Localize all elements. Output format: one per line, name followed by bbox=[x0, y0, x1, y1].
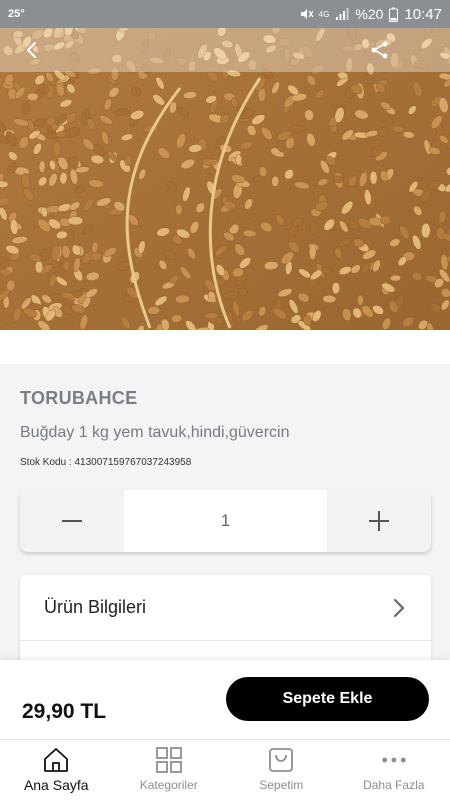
grain-texture bbox=[390, 274, 401, 282]
quantity-stepper: 1 bbox=[20, 490, 431, 552]
top-bar bbox=[0, 28, 450, 72]
add-to-cart-button[interactable]: Sepete Ekle bbox=[226, 677, 429, 721]
nav-label-categories: Kategoriler bbox=[139, 778, 198, 792]
grain-texture bbox=[89, 251, 102, 261]
grain-texture bbox=[175, 204, 183, 216]
brand-name: TORUBAHCE bbox=[20, 388, 138, 408]
grain-texture bbox=[421, 223, 431, 239]
decrease-quantity-button[interactable] bbox=[20, 490, 124, 552]
purchase-bar: 29,90 TL Sepete Ekle bbox=[0, 660, 450, 739]
nav-item-home[interactable]: Ana Sayfa bbox=[0, 740, 113, 800]
nav-label-more: Daha Fazla bbox=[363, 778, 425, 792]
grain-texture bbox=[35, 260, 44, 274]
network-label: 4G bbox=[318, 9, 330, 19]
nav-label-home: Ana Sayfa bbox=[23, 777, 89, 793]
product-image bbox=[0, 28, 450, 330]
temperature-indicator: 25° bbox=[8, 8, 25, 20]
stock-code: Stok Kodu : 4130071597670372439​58 bbox=[20, 457, 192, 468]
grain-texture bbox=[204, 312, 219, 320]
share-button[interactable] bbox=[368, 38, 392, 62]
product-info-label: Ürün Bilgileri bbox=[44, 597, 147, 617]
clock: 10:47 bbox=[404, 5, 442, 23]
image-bottom-spacer bbox=[0, 330, 450, 364]
grain-texture bbox=[320, 267, 332, 274]
minus-icon bbox=[62, 520, 82, 522]
plus-icon bbox=[369, 511, 389, 531]
back-button[interactable] bbox=[20, 38, 44, 62]
home-icon bbox=[42, 747, 70, 773]
product-details: TORUBAHCE Buğday 1 kg yem tavuk,hindi,gü… bbox=[0, 364, 450, 675]
nav-label-cart: Sepetim bbox=[259, 778, 304, 792]
signal-icon bbox=[335, 7, 349, 21]
grain-texture bbox=[27, 92, 39, 101]
more-icon bbox=[380, 747, 408, 773]
chevron-right-icon bbox=[393, 598, 405, 617]
battery-icon bbox=[389, 7, 399, 22]
bottom-navigation: Ana Sayfa Kategoriler Sepetim Daha Fazla bbox=[0, 739, 450, 800]
product-info-row[interactable]: Ürün Bilgileri bbox=[20, 575, 431, 641]
share-icon bbox=[371, 41, 388, 59]
product-title: Buğday 1 kg yem tavuk,hindi,güvercin bbox=[20, 424, 290, 441]
nav-item-more[interactable]: Daha Fazla bbox=[338, 740, 450, 800]
status-bar: 25° 4G %20 10:47 bbox=[0, 0, 450, 28]
status-icons: 4G %20 10:47 bbox=[299, 6, 442, 23]
mute-icon bbox=[299, 7, 313, 21]
grain-texture bbox=[67, 216, 84, 226]
nav-item-cart[interactable]: Sepetim bbox=[225, 740, 338, 800]
grid-icon bbox=[155, 747, 183, 773]
increase-quantity-button[interactable] bbox=[327, 490, 431, 552]
cart-icon bbox=[267, 747, 295, 773]
grain-texture bbox=[356, 294, 364, 306]
grain-texture bbox=[331, 282, 340, 294]
price-label: 29,90 TL bbox=[22, 700, 107, 723]
battery-percent: %20 bbox=[355, 6, 384, 22]
chevron-left-icon bbox=[26, 41, 37, 59]
grain-texture bbox=[369, 171, 378, 185]
quantity-value[interactable]: 1 bbox=[124, 490, 327, 552]
nav-item-categories[interactable]: Kategoriler bbox=[113, 740, 226, 800]
